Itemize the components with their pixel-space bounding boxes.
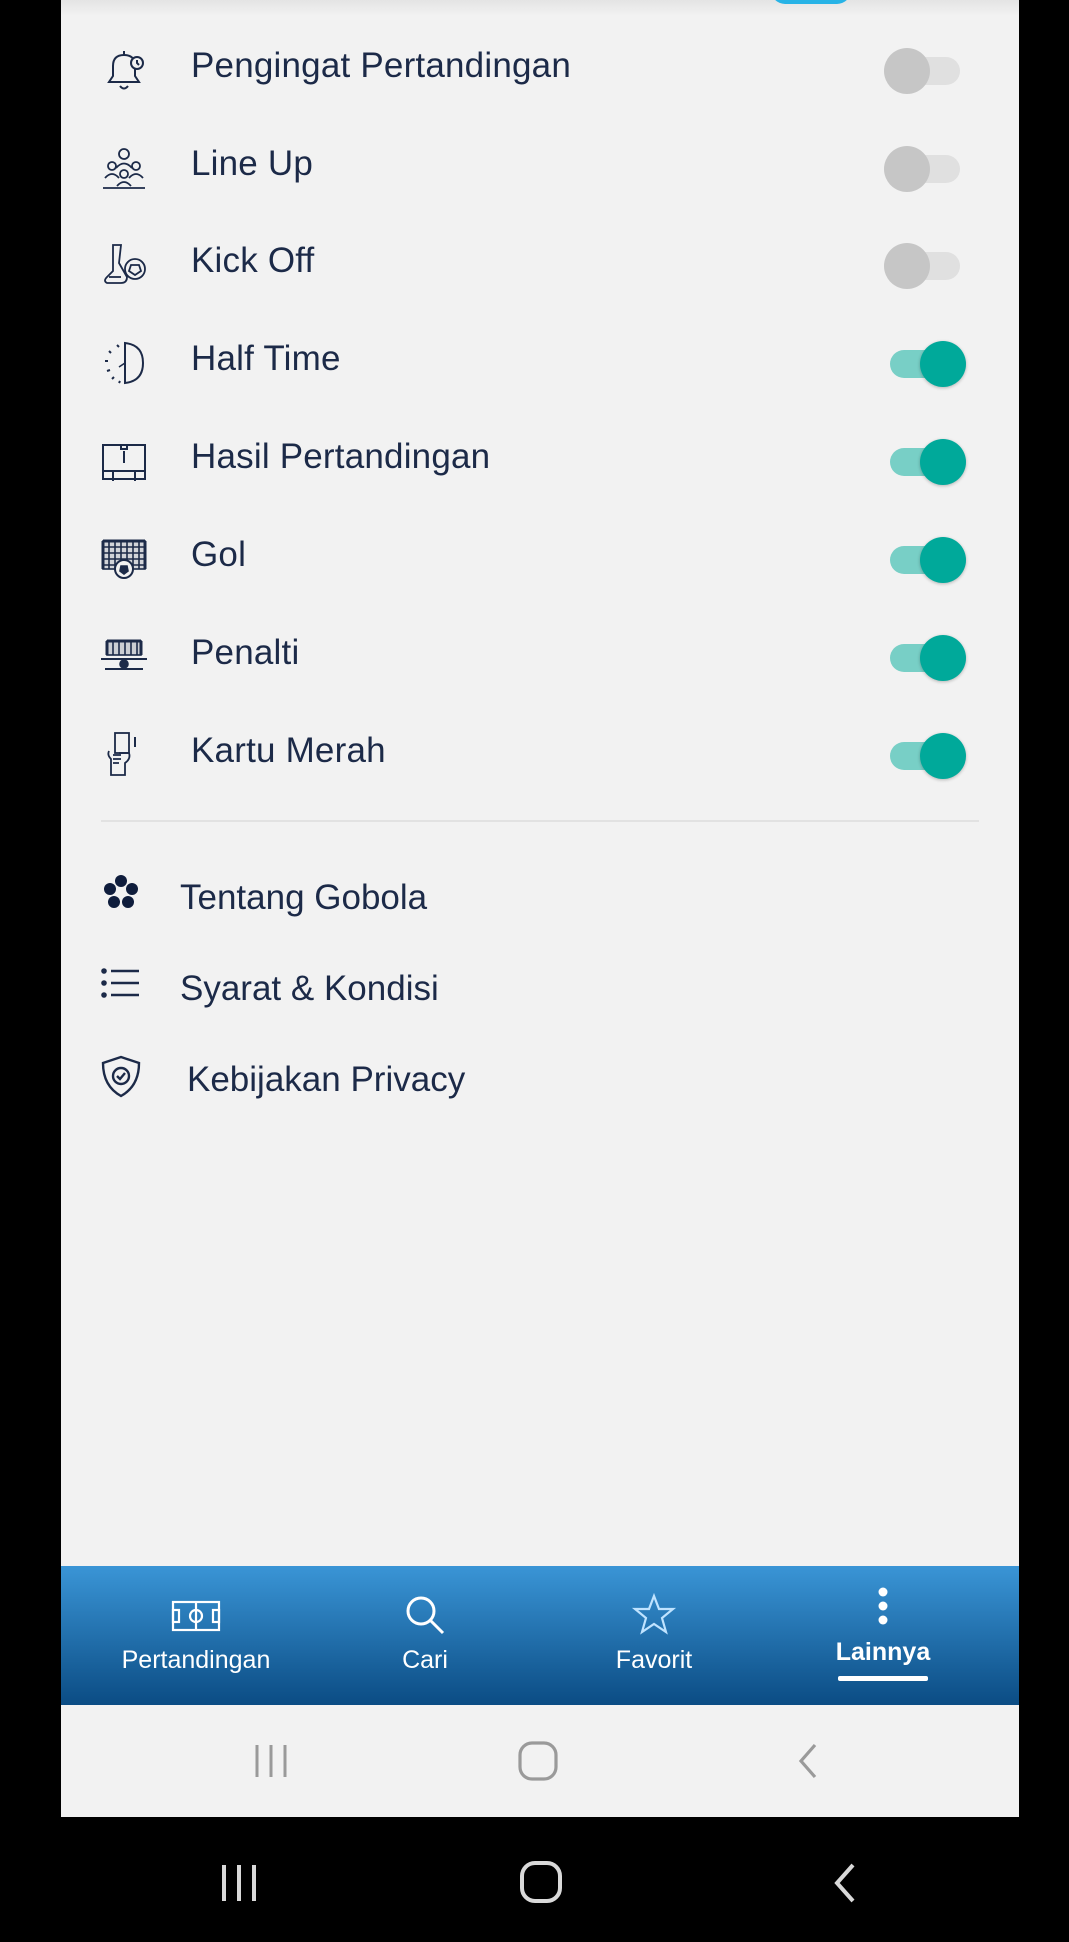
device-back-button[interactable] xyxy=(825,1861,865,1905)
nav-label: Lainnya xyxy=(835,1638,931,1666)
star-icon xyxy=(629,1590,679,1640)
nav-label: Pertandingan xyxy=(121,1646,271,1674)
nav-pertandingan[interactable]: Pertandingan xyxy=(81,1566,311,1705)
link-kebijakan-privacy[interactable]: Kebijakan Privacy xyxy=(61,1042,1019,1112)
top-edge xyxy=(61,0,1019,16)
back-icon xyxy=(834,1863,855,1903)
home-button[interactable] xyxy=(516,1739,560,1783)
active-tab-indicator xyxy=(838,1676,928,1681)
setting-row-kick-off[interactable]: Kick Off xyxy=(61,221,1019,301)
bell-icon xyxy=(99,46,149,94)
half-time-toggle[interactable] xyxy=(884,341,966,387)
more-vertical-icon xyxy=(858,1584,908,1634)
link-tentang-gobola[interactable]: Tentang Gobola xyxy=(61,860,1019,930)
team-icon xyxy=(99,144,149,192)
bottom-navigation: Pertandingan Cari Favorit Lainnya xyxy=(61,1566,1019,1705)
link-syarat-kondisi[interactable]: Syarat & Kondisi xyxy=(61,951,1019,1021)
kick-off-icon xyxy=(99,241,149,289)
nav-lainnya[interactable]: Lainnya xyxy=(768,1566,998,1705)
setting-label: Kick Off xyxy=(191,241,315,280)
penalti-toggle[interactable] xyxy=(884,635,966,681)
setting-label: Pengingat Pertandingan xyxy=(191,46,571,85)
link-label: Syarat & Kondisi xyxy=(180,969,439,1008)
pitch-icon xyxy=(171,1590,221,1640)
gobola-logo-icon xyxy=(99,872,143,916)
list-icon xyxy=(99,963,143,1007)
nav-cari[interactable]: Cari xyxy=(310,1566,540,1705)
back-button[interactable] xyxy=(789,1741,829,1781)
link-label: Tentang Gobola xyxy=(180,878,428,917)
kick-off-toggle[interactable] xyxy=(884,243,966,289)
gol-toggle[interactable] xyxy=(884,537,966,583)
device-recent-apps-button[interactable] xyxy=(218,1861,260,1905)
setting-label: Penalti xyxy=(191,633,300,672)
setting-label: Gol xyxy=(191,535,247,574)
nav-favorit[interactable]: Favorit xyxy=(539,1566,769,1705)
divider xyxy=(101,820,979,822)
kartu-merah-toggle[interactable] xyxy=(884,733,966,779)
setting-label: Line Up xyxy=(191,144,314,183)
shield-icon xyxy=(99,1054,143,1098)
setting-label: Half Time xyxy=(191,339,341,378)
setting-row-line-up[interactable]: Line Up xyxy=(61,124,1019,204)
red-card-icon xyxy=(99,731,149,779)
setting-row-gol[interactable]: Gol xyxy=(61,515,1019,595)
setting-row-half-time[interactable]: Half Time xyxy=(61,319,1019,399)
setting-label: Kartu Merah xyxy=(191,731,386,770)
penalty-icon xyxy=(99,633,149,681)
pengingat-pertandingan-toggle[interactable] xyxy=(884,48,966,94)
line-up-toggle[interactable] xyxy=(884,146,966,192)
link-label: Kebijakan Privacy xyxy=(187,1060,466,1099)
device-navigation-bar xyxy=(0,1817,1069,1942)
search-icon xyxy=(400,1590,450,1640)
recent-apps-button[interactable] xyxy=(251,1741,291,1781)
setting-row-pengingat-pertandingan[interactable]: Pengingat Pertandingan xyxy=(61,26,1019,106)
recent-apps-icon xyxy=(255,1745,287,1777)
goal-icon xyxy=(99,535,149,583)
home-icon xyxy=(518,1741,558,1781)
setting-row-hasil-pertandingan[interactable]: Hasil Pertandingan xyxy=(61,417,1019,497)
recent-apps-icon xyxy=(222,1865,256,1901)
setting-row-penalti[interactable]: Penalti xyxy=(61,613,1019,693)
back-icon xyxy=(798,1743,817,1779)
setting-row-kartu-merah[interactable]: Kartu Merah xyxy=(61,711,1019,791)
hasil-pertandingan-toggle[interactable] xyxy=(884,439,966,485)
system-navigation-bar xyxy=(61,1705,1019,1817)
setting-label: Hasil Pertandingan xyxy=(191,437,491,476)
half-time-icon xyxy=(99,339,149,387)
scoreboard-icon xyxy=(99,437,149,485)
nav-label: Cari xyxy=(402,1646,448,1674)
app-screen: Pengingat Pertandingan Line Up Kick Off … xyxy=(61,0,1019,1817)
home-icon xyxy=(520,1861,562,1903)
device-home-button[interactable] xyxy=(518,1859,564,1905)
nav-label: Favorit xyxy=(615,1646,693,1674)
